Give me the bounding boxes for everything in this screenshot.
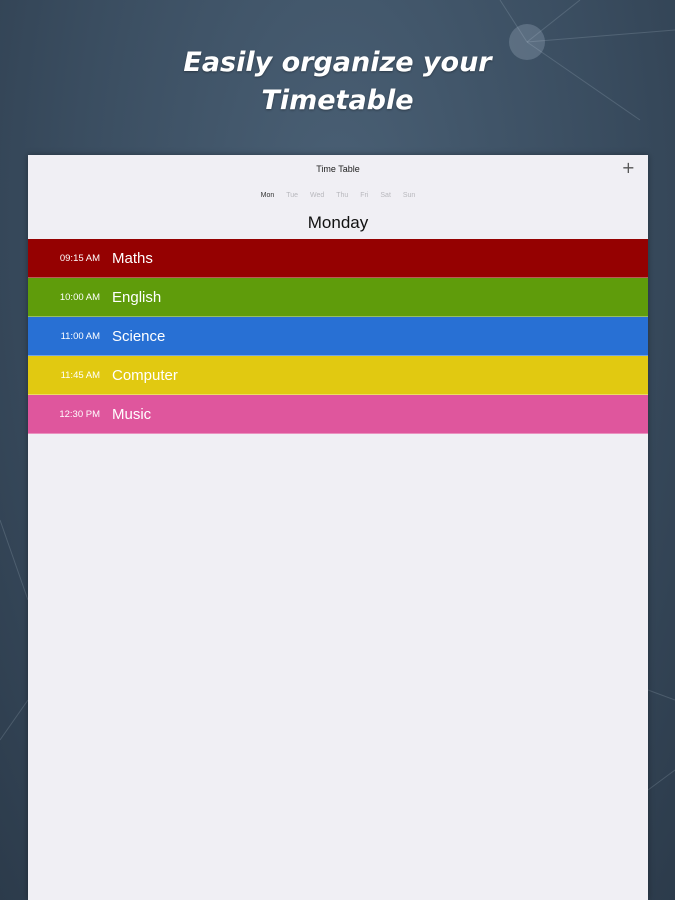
class-subject: Computer [112,366,178,384]
day-tab-tue[interactable]: Tue [286,192,298,199]
class-subject: English [112,288,162,306]
class-subject: Music [112,405,152,423]
navigation-bar: Time Table + [28,155,648,185]
class-row-music[interactable]: 12:30 PM Music [28,395,648,434]
class-subject: Maths [112,249,153,267]
class-time: 10:00 AM [59,291,100,303]
day-tab-sat[interactable]: Sat [380,192,391,199]
day-tab-thu[interactable]: Thu [336,192,348,199]
day-tab-mon[interactable]: Mon [261,192,275,199]
app-screen: Time Table + Mon Tue Wed Thu Fri Sat Sun… [28,155,648,900]
day-tab-sun[interactable]: Sun [403,192,415,199]
class-time: 09:15 AM [59,252,100,264]
class-list: 09:15 AM Maths 10:00 AM English 11:00 AM… [28,239,648,434]
class-time: 11:45 AM [60,369,100,381]
day-heading: Monday [307,213,369,232]
class-row-english[interactable]: 10:00 AM English [28,278,648,317]
add-class-button[interactable]: + [622,160,635,176]
class-row-maths[interactable]: 09:15 AM Maths [28,239,648,278]
class-time: 12:30 PM [59,408,100,420]
headline-line-2: Timetable [261,85,414,116]
class-row-science[interactable]: 11:00 AM Science [28,317,648,356]
nav-title: Time Table [316,164,360,174]
day-tab-fri[interactable]: Fri [360,192,368,199]
headline-line-1: Easily organize your [183,47,492,78]
class-row-computer[interactable]: 11:45 AM Computer [28,356,648,395]
class-time: 11:00 AM [60,330,100,342]
day-tab-wed[interactable]: Wed [310,192,324,199]
class-subject: Science [112,327,166,345]
day-selector: Mon Tue Wed Thu Fri Sat Sun [28,192,648,199]
promo-headline: Easily organize your Timetable [0,44,675,120]
